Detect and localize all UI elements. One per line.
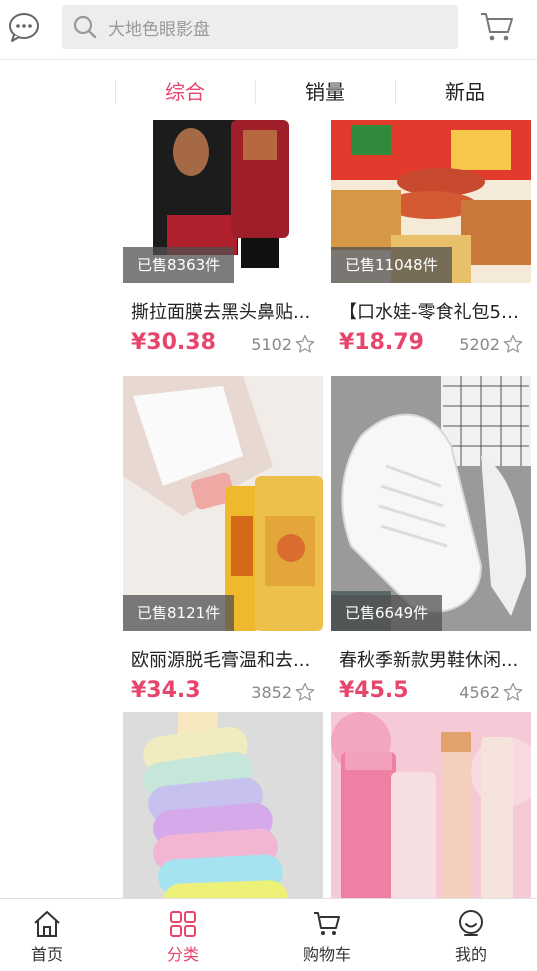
nav-label: 购物车 <box>302 945 351 964</box>
nav-home[interactable]: 首页 <box>0 899 114 971</box>
cart-icon <box>314 912 340 935</box>
likes: 4562 <box>459 682 523 702</box>
likes: 3852 <box>251 682 315 702</box>
likes-count: 5202 <box>459 334 500 354</box>
sold-count: 已售6649件 <box>331 595 443 631</box>
star-icon[interactable] <box>295 682 315 702</box>
product-price: ¥30.38 <box>131 330 216 355</box>
star-icon[interactable] <box>503 682 523 702</box>
product-image-snacks[interactable]: 已售11048件 <box>331 120 531 283</box>
product-image-face-mask[interactable]: 已售8363件 <box>123 120 323 283</box>
nav-label: 我的 <box>454 945 487 964</box>
product-title[interactable]: 欧丽源脱毛膏温和去... <box>123 646 313 672</box>
bottom-nav: 首页 分类 购物车 我的 <box>0 898 537 971</box>
price-row: ¥34.3 3852 <box>123 678 323 710</box>
star-icon[interactable] <box>295 334 315 354</box>
product-card[interactable]: 已售11048件 【口水娃-零食礼包50... ¥18.79 5202 <box>331 120 531 362</box>
product-card[interactable]: 已售6649件 春秋季新款男鞋休闲... ¥45.5 4562 <box>331 376 531 710</box>
category-icon <box>170 911 196 937</box>
likes-count: 4562 <box>459 682 500 702</box>
product-card[interactable] <box>123 712 323 898</box>
message-icon[interactable] <box>6 10 42 44</box>
product-price: ¥45.5 <box>339 678 409 703</box>
likes: 5202 <box>459 334 523 354</box>
likes: 5102 <box>251 334 315 354</box>
tab-new[interactable]: 新品 <box>395 70 535 114</box>
product-image-hair-removal[interactable]: 已售8121件 <box>123 376 323 631</box>
product-image-color-swatches[interactable] <box>123 712 323 898</box>
product-title[interactable]: 撕拉面膜去黑头鼻贴... <box>123 298 313 324</box>
sold-count: 已售8121件 <box>123 595 235 631</box>
price-row: ¥18.79 5202 <box>331 330 531 362</box>
search-placeholder: 大地色眼影盘 <box>108 19 210 40</box>
profile-icon <box>459 910 483 936</box>
product-image-skincare-set[interactable] <box>331 712 531 898</box>
product-card[interactable] <box>331 712 531 898</box>
product-image-sneakers[interactable]: 已售6649件 <box>331 376 531 631</box>
sold-count: 已售11048件 <box>331 247 452 283</box>
cart-icon[interactable] <box>478 8 516 46</box>
product-title[interactable]: 【口水娃-零食礼包50... <box>331 298 521 324</box>
search-icon <box>70 12 100 42</box>
nav-category[interactable]: 分类 <box>116 899 250 971</box>
product-grid: 已售8363件 撕拉面膜去黑头鼻贴... ¥30.38 5102 已售11048… <box>0 120 537 898</box>
sold-count: 已售8363件 <box>123 247 235 283</box>
search-input[interactable]: 大地色眼影盘 <box>62 5 458 49</box>
top-bar: 大地色眼影盘 <box>0 0 537 60</box>
nav-label: 分类 <box>166 945 199 964</box>
product-title[interactable]: 春秋季新款男鞋休闲... <box>331 646 521 672</box>
tab-sales[interactable]: 销量 <box>255 70 395 114</box>
product-price: ¥34.3 <box>131 678 201 703</box>
product-card[interactable]: 已售8121件 欧丽源脱毛膏温和去... ¥34.3 3852 <box>123 376 323 710</box>
likes-count: 3852 <box>251 682 292 702</box>
price-row: ¥45.5 4562 <box>331 678 531 710</box>
home-icon <box>34 911 60 937</box>
sort-tabs: 综合 销量 新品 <box>115 70 537 114</box>
nav-cart[interactable]: 购物车 <box>260 899 394 971</box>
price-row: ¥30.38 5102 <box>123 330 323 362</box>
product-price: ¥18.79 <box>339 330 424 355</box>
nav-label: 首页 <box>30 945 63 964</box>
star-icon[interactable] <box>503 334 523 354</box>
tab-comprehensive[interactable]: 综合 <box>115 70 255 114</box>
likes-count: 5102 <box>251 334 292 354</box>
product-card[interactable]: 已售8363件 撕拉面膜去黑头鼻贴... ¥30.38 5102 <box>123 120 323 362</box>
nav-profile[interactable]: 我的 <box>404 899 537 971</box>
